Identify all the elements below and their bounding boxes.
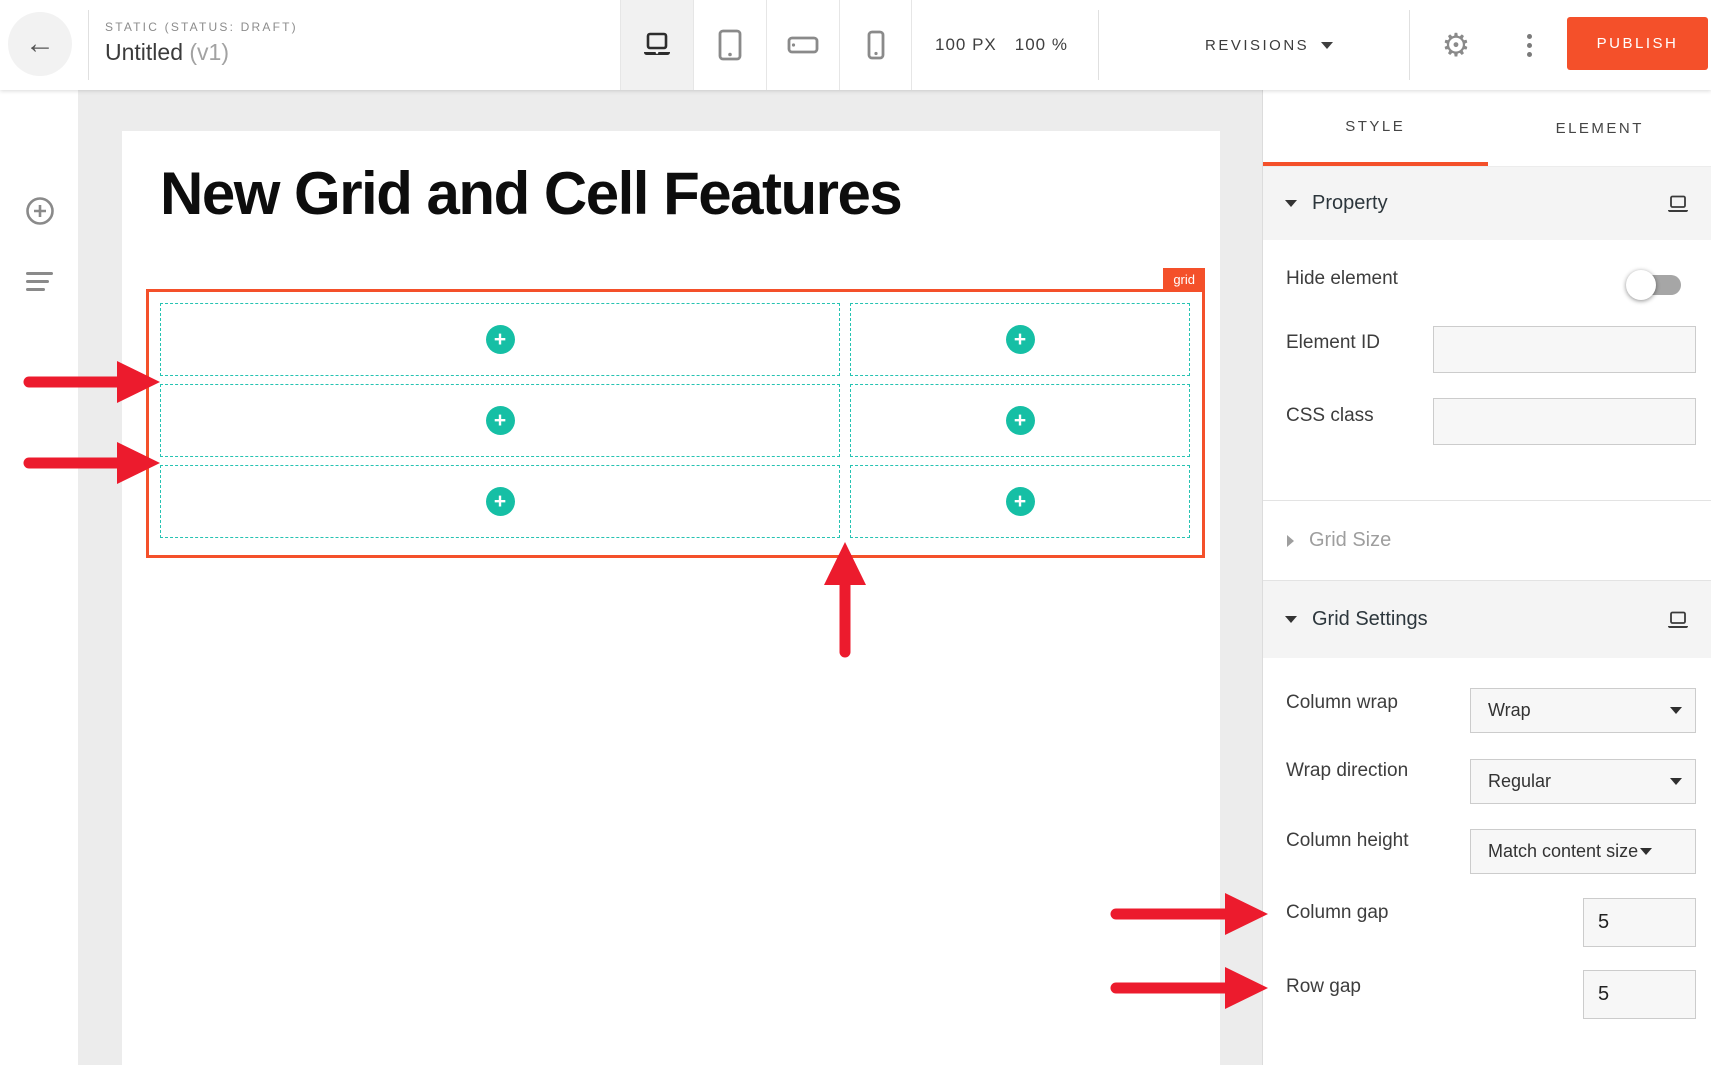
grid-cells: + + + + + +: [149, 292, 1202, 555]
viewport-size-readout: 100 PX 100 %: [935, 0, 1068, 90]
chevron-down-icon: [1285, 616, 1297, 623]
grid-cell[interactable]: +: [850, 303, 1190, 376]
style-panel: STYLE ELEMENT Property Hide element Elem…: [1262, 90, 1711, 1065]
grid-element-tag: grid: [1163, 268, 1205, 292]
section-title: Grid Settings: [1312, 608, 1428, 631]
css-class-label: CSS class: [1286, 405, 1374, 427]
kebab-dot: [1527, 52, 1532, 57]
revisions-dropdown[interactable]: REVISIONS: [1205, 0, 1333, 90]
element-id-input[interactable]: [1433, 326, 1696, 373]
element-id-label: Element ID: [1286, 332, 1380, 354]
section-header-property[interactable]: Property: [1263, 167, 1711, 240]
kebab-dot: [1527, 43, 1532, 48]
device-preview-switcher: [620, 0, 912, 90]
device-phone-landscape-button[interactable]: [766, 0, 839, 90]
wrap-direction-select[interactable]: Regular: [1470, 759, 1696, 804]
document-version: (v1): [189, 39, 229, 65]
section-title: Grid Size: [1309, 529, 1391, 552]
tab-style[interactable]: STYLE: [1263, 90, 1488, 166]
laptop-icon: [1666, 195, 1690, 213]
add-content-button[interactable]: +: [486, 487, 515, 516]
section-header-grid-size[interactable]: Grid Size: [1263, 500, 1711, 580]
css-class-input[interactable]: [1433, 398, 1696, 445]
page-heading: New Grid and Cell Features: [160, 159, 901, 228]
column-wrap-select[interactable]: Wrap: [1470, 688, 1696, 733]
column-height-select[interactable]: Match content size: [1470, 829, 1696, 874]
viewport-zoom-value: 100 %: [1015, 35, 1068, 55]
chevron-down-icon: [1285, 200, 1297, 207]
add-content-button[interactable]: +: [1006, 487, 1035, 516]
device-phone-portrait-button[interactable]: [839, 0, 912, 90]
chevron-down-icon: [1670, 778, 1682, 785]
add-element-button[interactable]: [25, 196, 55, 231]
more-options-button[interactable]: [1515, 0, 1543, 90]
chevron-right-icon: [1287, 535, 1294, 547]
device-tablet-button[interactable]: [693, 0, 766, 90]
editor-canvas: New Grid and Cell Features grid + + + + …: [78, 90, 1262, 1065]
page-preview[interactable]: New Grid and Cell Features grid + + + + …: [122, 131, 1220, 1065]
chevron-down-icon: [1670, 707, 1682, 714]
add-content-button[interactable]: +: [486, 406, 515, 435]
add-content-button[interactable]: +: [486, 325, 515, 354]
column-gap-input[interactable]: [1583, 898, 1696, 947]
chevron-down-icon: [1640, 848, 1652, 855]
top-toolbar: ← STATIC (STATUS: DRAFT) Untitled (v1): [0, 0, 1711, 90]
hide-element-toggle[interactable]: [1626, 270, 1681, 300]
document-title: Untitled (v1): [105, 39, 298, 66]
laptop-icon: [639, 32, 675, 58]
device-desktop-button[interactable]: [620, 0, 693, 90]
grid-cell[interactable]: +: [850, 465, 1190, 538]
plus-circle-icon: [25, 196, 55, 226]
column-wrap-label: Column wrap: [1286, 692, 1398, 714]
add-content-button[interactable]: +: [1006, 406, 1035, 435]
left-toolbar: [0, 90, 78, 1065]
settings-button[interactable]: ⚙: [1436, 0, 1476, 90]
grid-cell[interactable]: +: [850, 384, 1190, 457]
kebab-dot: [1527, 34, 1532, 39]
divider: [88, 10, 89, 80]
viewport-width-value: 100 PX: [935, 35, 997, 55]
document-status: STATIC (STATUS: DRAFT): [105, 20, 298, 34]
grid-cell[interactable]: +: [160, 384, 840, 457]
layers-icon: [26, 272, 53, 275]
divider: [1409, 10, 1410, 80]
tablet-icon: [718, 29, 742, 61]
phone-portrait-icon: [867, 30, 885, 60]
chevron-down-icon: [1321, 42, 1333, 49]
row-gap-input[interactable]: [1583, 970, 1696, 1019]
divider: [1098, 10, 1099, 80]
grid-cell[interactable]: +: [160, 465, 840, 538]
section-header-grid-settings[interactable]: Grid Settings: [1263, 580, 1711, 658]
grid-cell[interactable]: +: [160, 303, 840, 376]
section-title: Property: [1312, 192, 1388, 215]
column-height-label: Column height: [1286, 830, 1409, 852]
back-button[interactable]: ←: [8, 12, 72, 76]
tab-element[interactable]: ELEMENT: [1488, 90, 1711, 166]
layers-button[interactable]: [26, 272, 53, 296]
gear-icon: ⚙: [1442, 26, 1471, 64]
hide-element-label: Hide element: [1286, 268, 1398, 290]
back-arrow-icon: ←: [25, 27, 55, 61]
grid-element[interactable]: grid + + + + + +: [146, 289, 1205, 558]
laptop-icon: [1666, 611, 1690, 629]
column-gap-label: Column gap: [1286, 902, 1388, 924]
wrap-direction-label: Wrap direction: [1286, 760, 1408, 782]
document-info: STATIC (STATUS: DRAFT) Untitled (v1): [105, 20, 298, 66]
add-content-button[interactable]: +: [1006, 325, 1035, 354]
row-gap-label: Row gap: [1286, 976, 1361, 998]
panel-tabs: STYLE ELEMENT: [1263, 90, 1711, 167]
phone-landscape-icon: [787, 36, 819, 54]
publish-button[interactable]: PUBLISH: [1567, 17, 1708, 70]
